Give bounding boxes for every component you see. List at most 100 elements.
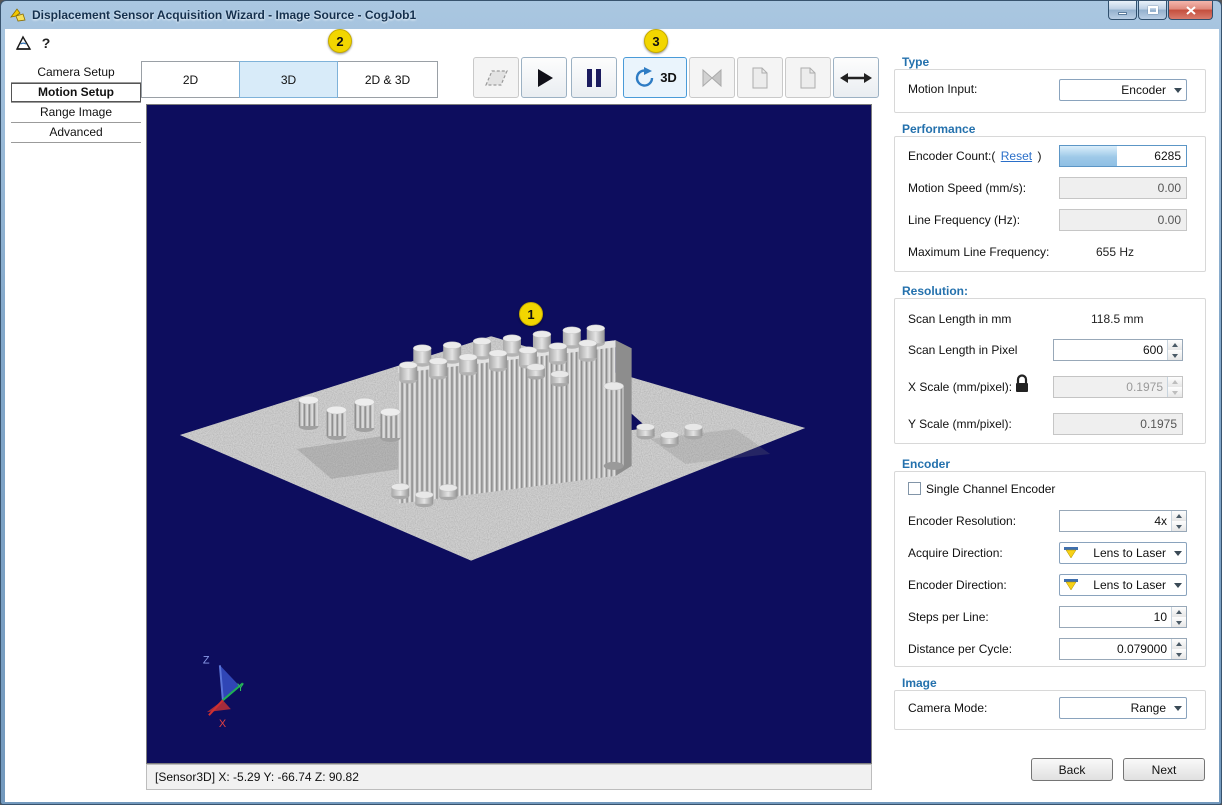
- cursor-position-readout: [Sensor3D] X: -5.29 Y: -66.74 Z: 90.82: [155, 770, 359, 784]
- nav-item-motion-setup[interactable]: Motion Setup: [11, 83, 141, 103]
- maximize-button[interactable]: [1138, 1, 1167, 20]
- titlebar[interactable]: Displacement Sensor Acquisition Wizard -…: [1, 1, 1221, 29]
- copy-image-button[interactable]: [785, 57, 831, 98]
- annotation-badge-2: 2: [328, 29, 352, 53]
- acquire-direction-value: Lens to Laser: [1079, 546, 1170, 560]
- axis-z-label: Z: [203, 654, 210, 666]
- region-button[interactable]: [473, 57, 519, 98]
- line-frequency-label: Line Frequency (Hz):: [908, 213, 1020, 227]
- lock-icon[interactable]: [1013, 373, 1031, 395]
- spin-down-icon[interactable]: [1168, 350, 1182, 360]
- scan-length-px-label: Scan Length in Pixel: [908, 343, 1017, 357]
- measure-tool-button[interactable]: [13, 33, 33, 53]
- spin-down-icon[interactable]: [1172, 521, 1186, 531]
- encoder-count-display: 6285: [1059, 145, 1187, 167]
- distance-per-cycle-value: 0.079000: [1060, 639, 1171, 659]
- save-image-icon: [750, 66, 770, 90]
- refresh-3d-button[interactable]: 3D: [623, 57, 687, 98]
- spin-down-icon: [1168, 387, 1182, 397]
- encoder-resolution-value: 4x: [1060, 511, 1171, 531]
- group-title-encoder: Encoder: [902, 457, 950, 471]
- encoder-count-label-pre: Encoder Count:(: [908, 149, 995, 163]
- app-icon: [10, 7, 26, 23]
- max-line-frequency-label: Maximum Line Frequency:: [908, 245, 1049, 259]
- scan-length-px-input[interactable]: 600: [1053, 339, 1183, 361]
- single-channel-encoder-label: Single Channel Encoder: [926, 482, 1055, 496]
- cancel-button[interactable]: [689, 57, 735, 98]
- pause-icon: [582, 66, 606, 90]
- chevron-down-icon: [1170, 80, 1186, 100]
- acquire-direction-select[interactable]: Lens to Laser: [1059, 542, 1187, 564]
- group-title-resolution: Resolution:: [902, 284, 968, 298]
- save-image-button[interactable]: [737, 57, 783, 98]
- help-button[interactable]: ?: [36, 33, 56, 53]
- run-button[interactable]: [521, 57, 567, 98]
- swap-direction-button[interactable]: [833, 57, 879, 98]
- spin-up-icon[interactable]: [1168, 340, 1182, 350]
- spin-down-icon[interactable]: [1172, 617, 1186, 627]
- tab-2d-3d[interactable]: 2D & 3D: [337, 61, 438, 98]
- maximize-icon: [1148, 6, 1158, 14]
- encoder-direction-label: Encoder Direction:: [908, 578, 1007, 592]
- distance-per-cycle-input[interactable]: 0.079000: [1059, 638, 1187, 660]
- group-title-type: Type: [902, 55, 929, 69]
- client-area: ? Camera Setup Motion Setup Range Image …: [5, 29, 1219, 802]
- nav-item-camera-setup[interactable]: Camera Setup: [11, 63, 141, 83]
- next-button[interactable]: Next: [1123, 758, 1205, 781]
- refresh-3d-icon: [633, 66, 657, 90]
- encoder-direction-select[interactable]: Lens to Laser: [1059, 574, 1187, 596]
- lens-to-laser-icon: [1063, 579, 1079, 591]
- chevron-down-icon: [1170, 575, 1186, 595]
- window-controls: [1108, 1, 1213, 20]
- close-icon: [1186, 6, 1196, 15]
- spin-up-icon[interactable]: [1172, 511, 1186, 521]
- scan-length-px-value: 600: [1054, 340, 1167, 360]
- motion-input-value: Encoder: [1060, 83, 1170, 97]
- camera-mode-label: Camera Mode:: [908, 701, 987, 715]
- spin-up-icon[interactable]: [1172, 607, 1186, 617]
- spinner-buttons: [1171, 639, 1186, 659]
- spinner-buttons: [1167, 340, 1182, 360]
- tab-2d[interactable]: 2D: [141, 61, 240, 98]
- pause-button[interactable]: [571, 57, 617, 98]
- spinner-buttons: [1167, 377, 1182, 397]
- back-button[interactable]: Back: [1031, 758, 1113, 781]
- spin-up-icon[interactable]: [1172, 639, 1186, 649]
- play-icon: [531, 66, 557, 90]
- encoder-count-label: Encoder Count:( Reset ): [908, 149, 1041, 163]
- nav-item-advanced[interactable]: Advanced: [11, 123, 141, 143]
- spin-up-icon: [1168, 377, 1182, 387]
- tab-3d[interactable]: 3D: [239, 61, 338, 98]
- axis-x-label: X: [219, 718, 227, 730]
- swap-direction-icon: [839, 70, 873, 86]
- refresh-3d-label: 3D: [660, 70, 677, 85]
- annotation-badge-3: 3: [644, 29, 668, 53]
- steps-per-line-input[interactable]: 10: [1059, 606, 1187, 628]
- single-channel-encoder-checkbox[interactable]: [908, 482, 921, 495]
- view-tabs: 2D 3D 2D & 3D: [141, 61, 438, 98]
- motion-input-select[interactable]: Encoder: [1059, 79, 1187, 101]
- close-button[interactable]: [1168, 1, 1213, 20]
- reset-link[interactable]: Reset: [1001, 149, 1032, 163]
- encoder-count-value: 6285: [1154, 149, 1181, 163]
- lens-to-laser-icon: [1063, 547, 1079, 559]
- spin-down-icon[interactable]: [1172, 649, 1186, 659]
- encoder-count-fill: [1060, 146, 1117, 166]
- help-icon: ?: [42, 35, 51, 51]
- annotation-badge-1: 1: [519, 302, 543, 326]
- 3d-viewport[interactable]: Z Y X: [146, 104, 872, 764]
- copy-image-icon: [798, 66, 818, 90]
- nav-item-range-image[interactable]: Range Image: [11, 103, 141, 123]
- max-line-frequency-value: 655 Hz: [1096, 245, 1134, 259]
- group-title-image: Image: [902, 676, 937, 690]
- camera-mode-select[interactable]: Range: [1059, 697, 1187, 719]
- spinner-buttons: [1171, 511, 1186, 531]
- cancel-icon: [699, 67, 725, 89]
- encoder-resolution-input[interactable]: 4x: [1059, 510, 1187, 532]
- group-title-performance: Performance: [902, 122, 975, 136]
- window-title: Displacement Sensor Acquisition Wizard -…: [32, 8, 416, 22]
- wizard-window: Displacement Sensor Acquisition Wizard -…: [0, 0, 1222, 805]
- minimize-icon: [1118, 12, 1127, 15]
- minimize-button[interactable]: [1108, 1, 1137, 20]
- axis-triad: Z Y X: [203, 654, 245, 730]
